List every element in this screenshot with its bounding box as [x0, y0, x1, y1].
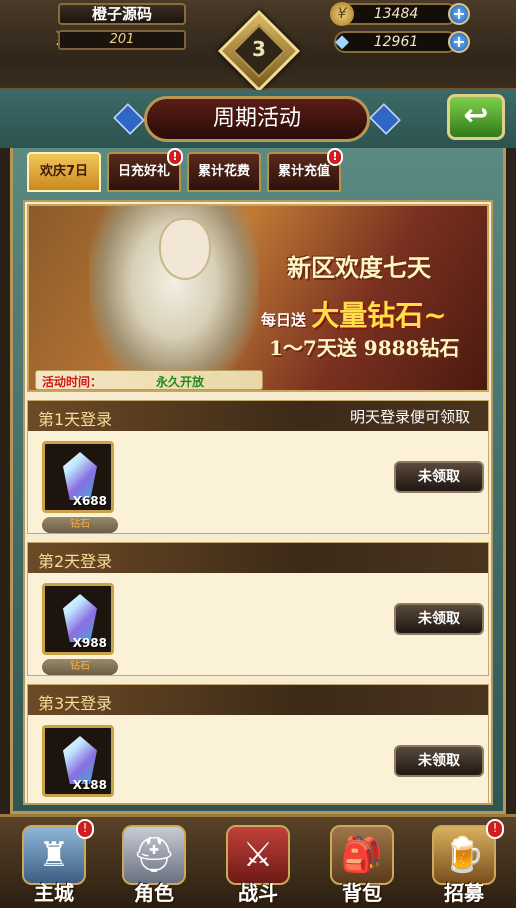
banner-daily-prefix: 每日送	[261, 311, 307, 329]
event-time-label: 活动时间：	[42, 375, 103, 389]
tab-total-spend[interactable]: 累计花费	[187, 152, 261, 192]
nav-label: 战斗	[238, 881, 278, 905]
activity-panel: 欢庆7日 日充好礼 ! 累计花费 累计充值 ! 新区欢度七天 每日送 大量钻石~…	[10, 148, 506, 814]
alert-badge: !	[167, 148, 183, 166]
reward-item-label: 钻石	[42, 659, 118, 675]
nav-label: 主城	[34, 881, 74, 905]
tab-label: 累计花费	[197, 164, 250, 179]
helmet-icon: ⛑	[122, 825, 186, 885]
reward-item-label: 钻石	[42, 517, 118, 533]
tab-label: 欢庆7日	[39, 164, 89, 179]
level-badge[interactable]: 3	[216, 8, 302, 94]
banner-range-text: 1～7天送 9888钻石	[269, 336, 460, 360]
banner-headline: 新区欢度七天	[287, 253, 431, 282]
row-hint: 明天登录便可领取	[349, 408, 470, 426]
row-title: 第3天登录	[38, 694, 113, 713]
nav-backpack[interactable]: 🎒 背包	[318, 821, 406, 908]
banner-daily-text: 每日送 大量钻石~	[261, 294, 447, 334]
backpack-icon: 🎒	[330, 825, 394, 885]
add-gold-button[interactable]: +	[448, 3, 470, 25]
diamond-crystal-icon	[63, 736, 97, 784]
hero-face	[159, 218, 211, 280]
reward-item[interactable]: X988	[42, 583, 114, 655]
gem-value: 12961	[373, 34, 419, 50]
tab-daily-recharge[interactable]: 日充好礼 !	[107, 148, 183, 192]
reward-item[interactable]: X688	[42, 441, 114, 513]
crystal-icon: ◆	[335, 31, 349, 52]
nav-recruit[interactable]: 🍺 ! 招募	[420, 819, 508, 908]
event-time-bar: 活动时间： 永久开放	[35, 370, 263, 390]
title-row: 周期活动 ↩	[0, 90, 516, 148]
gem-counter: ◆ 12961 +	[334, 31, 470, 53]
level-number: 3	[252, 37, 266, 61]
page-title: 周期活动	[144, 96, 370, 142]
tab-label: 日充好礼	[117, 164, 170, 179]
title-left-ornament	[113, 103, 145, 135]
gold-value: 13484	[373, 6, 419, 22]
nav-main-city[interactable]: ♜ ! 主城	[10, 819, 98, 908]
alert-badge: !	[327, 148, 343, 166]
row-header: 第1天登录 明天登录便可领取	[28, 401, 488, 431]
reward-row-day-2: 第2天登录 X988 钻石 未领取	[27, 542, 489, 676]
event-banner: 新区欢度七天 每日送 大量钻石~ 1～7天送 9888钻石 活动时间： 永久开放	[27, 204, 489, 392]
diamond-crystal-icon	[63, 594, 97, 642]
crossed-swords-icon: ⚔	[226, 825, 290, 885]
gold-counter: ¥ 13484 +	[330, 2, 470, 26]
back-button[interactable]: ↩	[447, 94, 505, 140]
row-title: 第2天登录	[38, 552, 113, 571]
tab-total-recharge[interactable]: 累计充值 !	[267, 148, 343, 192]
nav-label: 角色	[134, 881, 174, 905]
reward-item[interactable]: X188	[42, 725, 114, 797]
reward-row-day-1: 第1天登录 明天登录便可领取 X688 钻石 未领取	[27, 400, 489, 534]
player-name: 橙子源码	[58, 3, 186, 25]
power-value: 201	[58, 30, 186, 50]
reward-row-day-3: 第3天登录 X188 未领取	[27, 684, 489, 803]
bottom-nav: ♜ ! 主城 ⛑ 角色 ⚔ 战斗 🎒 背包 🍺 ! 招募	[0, 814, 516, 908]
add-gems-button[interactable]: +	[448, 31, 470, 53]
event-time-value: 永久开放	[156, 375, 205, 389]
claim-button[interactable]: 未领取	[394, 603, 484, 635]
alert-badge: !	[76, 819, 94, 839]
row-header: 第2天登录	[28, 543, 488, 573]
alert-badge: !	[486, 819, 504, 839]
row-header: 第3天登录	[28, 685, 488, 715]
claim-button[interactable]: 未领取	[394, 461, 484, 493]
reward-quantity: X688	[72, 494, 107, 508]
back-arrow-icon: ↩	[463, 98, 489, 133]
diamond-crystal-icon	[63, 452, 97, 500]
activity-content[interactable]: 新区欢度七天 每日送 大量钻石~ 1～7天送 9888钻石 活动时间： 永久开放…	[23, 200, 493, 805]
reward-quantity: X188	[72, 778, 107, 792]
nav-battle[interactable]: ⚔ 战斗	[214, 821, 302, 908]
nav-label: 招募	[444, 881, 484, 905]
top-bar: 橙子源码 ⚔ 201 3 ¥ 13484 + ◆ 12961 +	[0, 0, 516, 93]
reward-quantity: X988	[72, 636, 107, 650]
row-title: 第1天登录	[38, 410, 113, 429]
nav-label: 背包	[342, 881, 382, 905]
tab-label: 累计充值	[277, 164, 330, 179]
claim-button[interactable]: 未领取	[394, 745, 484, 777]
nav-character[interactable]: ⛑ 角色	[110, 821, 198, 908]
tab-seven-day[interactable]: 欢庆7日	[27, 152, 101, 192]
banner-daily-highlight: 大量钻石~	[311, 299, 447, 332]
coin-icon: ¥	[330, 2, 354, 26]
title-right-ornament	[369, 103, 401, 135]
